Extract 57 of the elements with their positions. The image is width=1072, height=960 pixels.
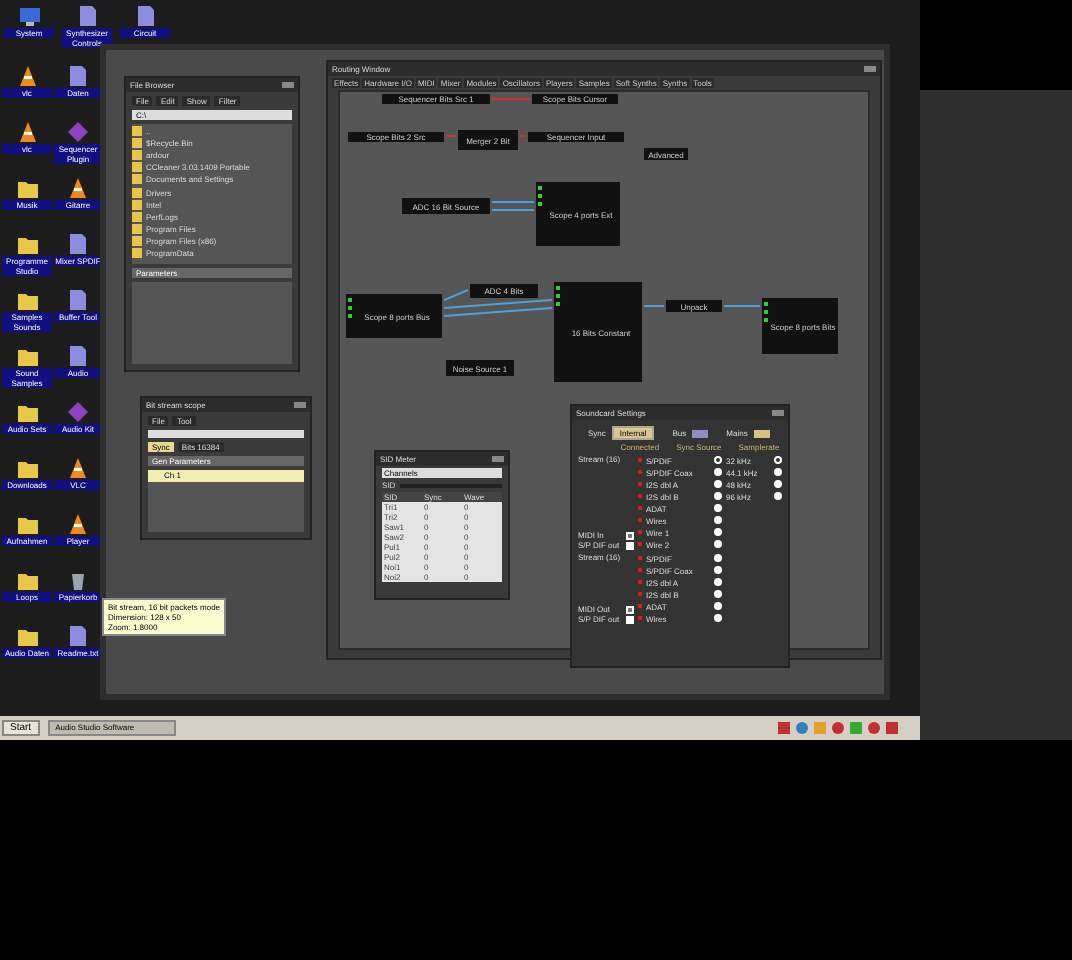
wire [519, 135, 527, 137]
radio-button[interactable] [714, 492, 722, 500]
mains-indicator [753, 429, 770, 437]
folder-icon [15, 344, 39, 368]
wire [445, 135, 457, 137]
document-icon [75, 4, 99, 28]
document-icon [66, 288, 90, 312]
document-icon [66, 232, 90, 256]
radio-button[interactable] [774, 480, 782, 488]
checkbox[interactable] [626, 605, 634, 613]
wire [491, 201, 535, 203]
document-icon [66, 64, 90, 88]
wire [643, 305, 665, 307]
folder-icon [15, 400, 39, 424]
checkbox[interactable] [626, 541, 634, 549]
radio-button[interactable] [714, 554, 722, 562]
bus-indicator [692, 429, 709, 437]
trash-icon [66, 568, 90, 592]
checkbox[interactable] [626, 531, 634, 539]
radio-button[interactable] [714, 528, 722, 536]
radio-button[interactable] [714, 456, 722, 464]
folder-icon [15, 232, 39, 256]
radio-button[interactable] [714, 614, 722, 622]
document-icon [66, 624, 90, 648]
document-icon [66, 344, 90, 368]
wire [491, 98, 531, 100]
traffic-cone-icon [66, 456, 90, 480]
wire [491, 209, 535, 211]
slider-track[interactable] [148, 430, 304, 438]
radio-button[interactable] [774, 492, 782, 500]
radio-button[interactable] [714, 468, 722, 476]
radio-button[interactable] [774, 468, 782, 476]
radio-button[interactable] [714, 540, 722, 548]
wire [723, 305, 761, 307]
traffic-cone-icon [15, 120, 39, 144]
radio-button[interactable] [714, 566, 722, 574]
radio-button[interactable] [714, 516, 722, 524]
checkbox[interactable] [626, 615, 634, 623]
radio-button[interactable] [714, 504, 722, 512]
radio-button[interactable] [714, 480, 722, 488]
app-icon [66, 120, 90, 144]
traffic-cone-icon [66, 176, 90, 200]
traffic-cone-icon [66, 512, 90, 536]
radio-button[interactable] [714, 602, 722, 610]
folder-icon [15, 568, 39, 592]
folder-icon [15, 288, 39, 312]
folder-icon [15, 176, 39, 200]
radio-button[interactable] [714, 578, 722, 586]
folder-icon [15, 456, 39, 480]
folder-icon [15, 624, 39, 648]
document-icon [133, 4, 157, 28]
radio-button[interactable] [774, 456, 782, 464]
app-icon [66, 400, 90, 424]
computer-icon [17, 4, 41, 28]
folder-icon [15, 512, 39, 536]
traffic-cone-icon [15, 64, 39, 88]
radio-button[interactable] [714, 590, 722, 598]
